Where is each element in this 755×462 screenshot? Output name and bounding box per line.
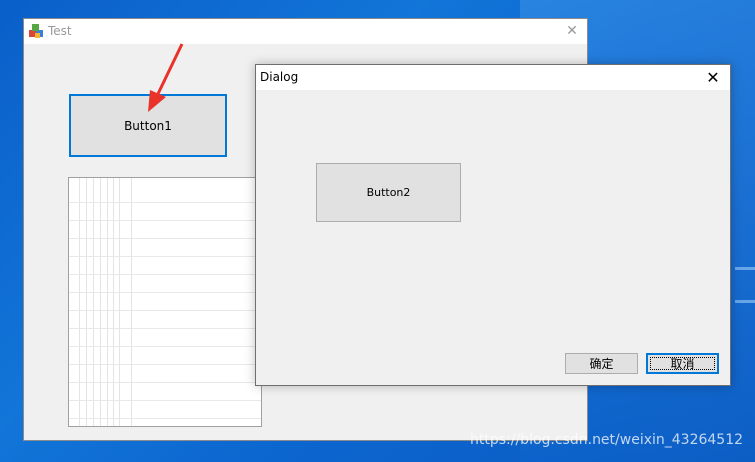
grid-column-line — [107, 178, 108, 426]
grid-column-line — [86, 178, 87, 426]
grid-row-line — [69, 418, 261, 419]
grid-column-line — [119, 178, 120, 426]
button2-label: Button2 — [366, 186, 411, 199]
grid-row-line — [69, 364, 261, 365]
desktop-light-ray — [735, 300, 755, 303]
main-close-button[interactable]: ✕ — [557, 19, 587, 44]
grid-row-line — [69, 220, 261, 221]
cancel-button-label: 取消 — [670, 357, 695, 371]
grid-row-line — [69, 382, 261, 383]
grid-row-line — [69, 400, 261, 401]
app-icon — [29, 24, 43, 38]
dialog-title: Dialog — [260, 70, 299, 84]
button1-label: Button1 — [124, 118, 172, 133]
grid-row-line — [69, 256, 261, 257]
grid-column-line — [131, 178, 132, 426]
watermark-text: https://blog.csdn.net/weixin_43264512 — [470, 432, 744, 448]
button2[interactable]: Button2 — [316, 163, 461, 222]
grid-row-line — [69, 202, 261, 203]
grid-row-line — [69, 328, 261, 329]
dialog-title-bar[interactable]: Dialog ✕ — [256, 65, 730, 90]
grid-row-line — [69, 292, 261, 293]
grid-row-line — [69, 310, 261, 311]
grid-row-line — [69, 238, 261, 239]
grid-control[interactable] — [68, 177, 262, 427]
red-arrow-annotation — [148, 43, 184, 112]
grid-row-line — [69, 346, 261, 347]
grid-column-line — [93, 178, 94, 426]
grid-column-line — [113, 178, 114, 426]
ok-button-label: 确定 — [589, 357, 614, 371]
ok-button[interactable]: 确定 — [565, 353, 638, 374]
main-window-title: Test — [48, 24, 72, 38]
grid-column-line — [100, 178, 101, 426]
cancel-button[interactable]: 取消 — [646, 353, 719, 374]
grid-column-line — [79, 178, 80, 426]
grid-row-line — [69, 274, 261, 275]
main-title-bar[interactable]: Test ✕ — [24, 19, 587, 44]
dialog-window: Dialog ✕ Button2 确定 取消 — [255, 64, 731, 386]
dialog-close-button[interactable]: ✕ — [696, 65, 730, 90]
desktop-light-ray — [735, 267, 755, 270]
